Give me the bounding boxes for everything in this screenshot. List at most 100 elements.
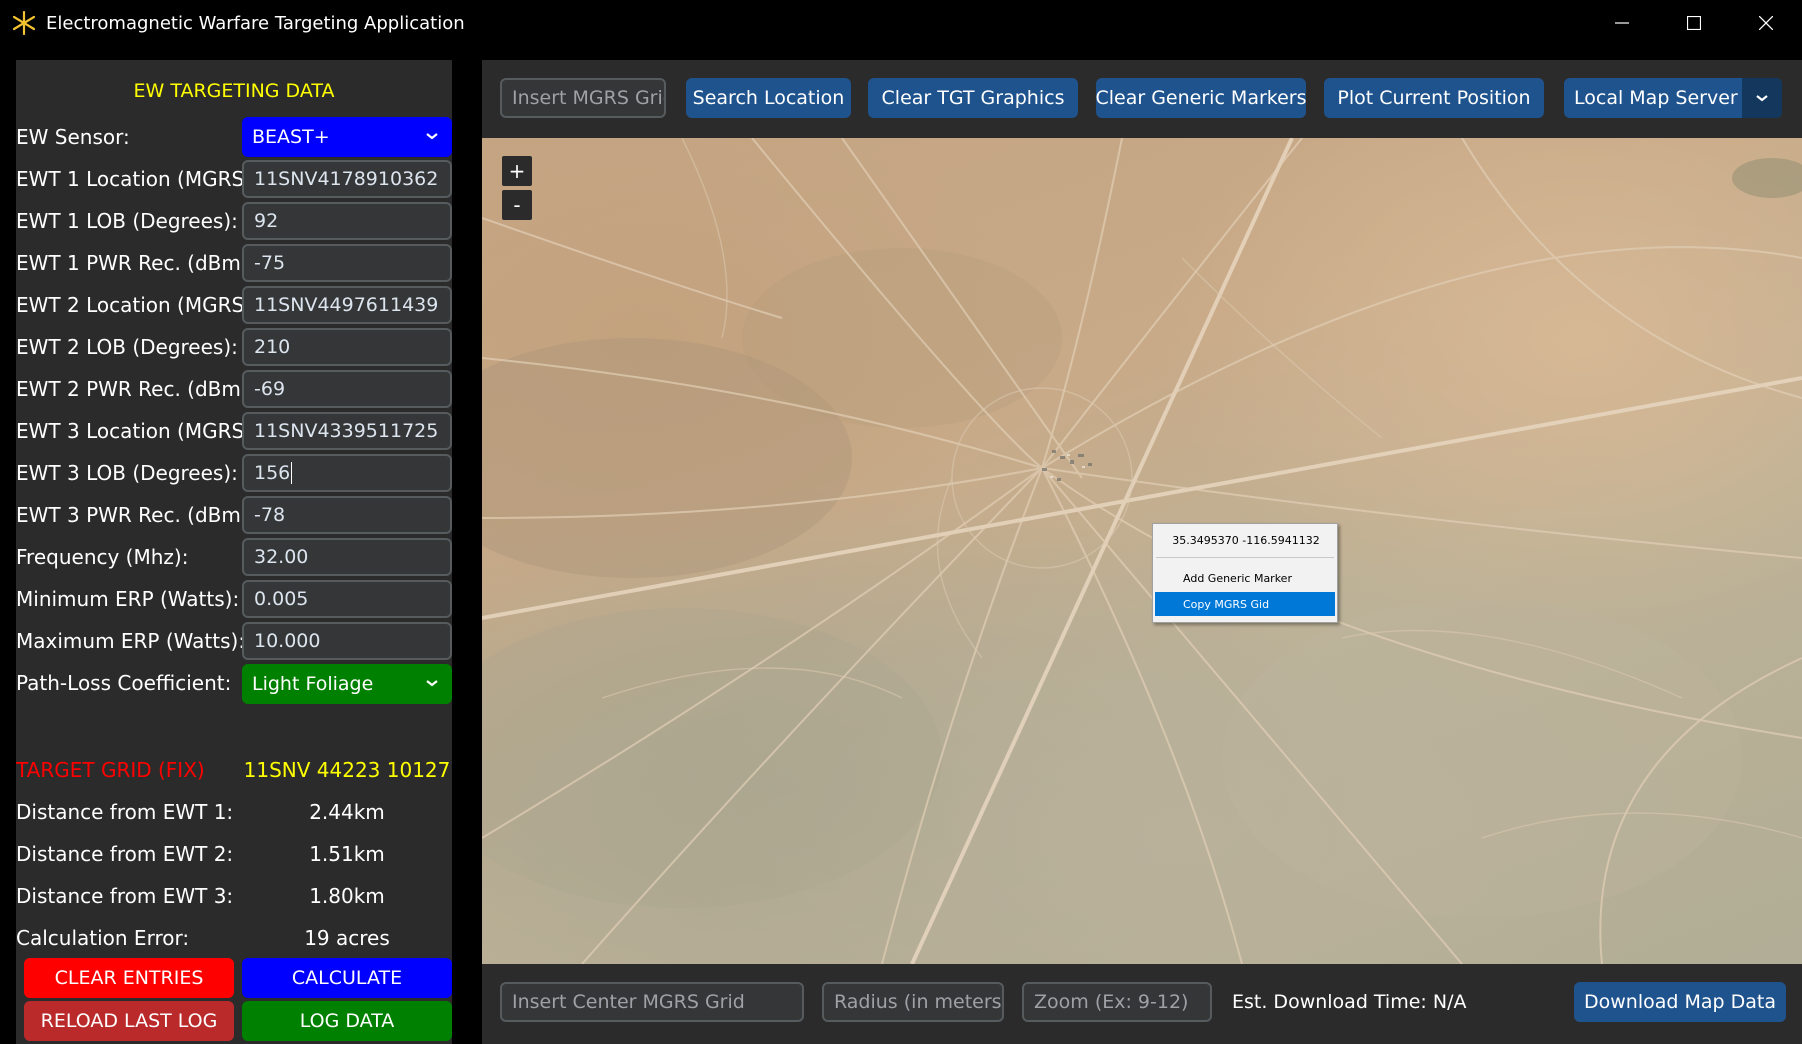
map-server-arrow[interactable] — [1742, 78, 1782, 118]
distance-ewt3-value: 1.80km — [309, 884, 385, 908]
max-erp-value: 10.000 — [254, 630, 321, 652]
zoom-in-button[interactable]: + — [502, 156, 532, 186]
panel-title: EW TARGETING DATA — [133, 80, 335, 102]
close-icon — [1759, 16, 1773, 30]
minimize-icon — [1615, 22, 1629, 24]
log-data-button[interactable]: LOG DATA — [242, 1001, 452, 1041]
plot-current-position-button[interactable]: Plot Current Position — [1324, 78, 1544, 118]
ewt1-lob-label: EWT 1 LOB (Degrees): — [16, 209, 238, 233]
ew-sensor-label: EW Sensor: — [16, 125, 130, 149]
max-erp-field[interactable]: 10.000 — [242, 622, 452, 660]
distance-ewt1-value: 2.44km — [309, 800, 385, 824]
zoom-level-input[interactable]: Zoom (Ex: 9-12) — [1022, 982, 1212, 1022]
text-cursor — [291, 462, 293, 484]
clear-entries-button[interactable]: CLEAR ENTRIES — [24, 958, 234, 998]
copy-mgrs-grid-item[interactable]: Copy MGRS Gid — [1155, 592, 1335, 616]
calculation-error-value: 19 acres — [304, 926, 390, 950]
min-erp-label: Minimum ERP (Watts): — [16, 587, 240, 611]
frequency-value: 32.00 — [254, 546, 309, 568]
ewt3-location-label: EWT 3 Location (MGRS): — [16, 419, 259, 443]
window-title: Electromagnetic Warfare Targeting Applic… — [46, 12, 465, 34]
ewt3-pwr-field[interactable]: -78 — [242, 496, 452, 534]
chevron-down-icon — [426, 680, 438, 687]
mgrs-search-placeholder: Insert MGRS Grid — [512, 87, 666, 109]
ewt1-lob-value: 92 — [254, 210, 279, 232]
ewt2-location-value: 11SNV4497611439 — [254, 294, 439, 316]
ewt1-location-value: 11SNV4178910362 — [254, 168, 439, 190]
min-erp-value: 0.005 — [254, 588, 309, 610]
chevron-down-icon — [426, 133, 438, 140]
target-grid-label: TARGET GRID (FIX) — [16, 758, 205, 782]
center-mgrs-placeholder: Insert Center MGRS Grid — [512, 991, 745, 1013]
distance-ewt3-label: Distance from EWT 3: — [16, 884, 234, 908]
map-server-dropdown[interactable]: Local Map Server — [1564, 78, 1782, 118]
title-bar: Electromagnetic Warfare Targeting Applic… — [0, 0, 1802, 46]
ewt1-location-label: EWT 1 Location (MGRS): — [16, 167, 259, 191]
distance-ewt1-label: Distance from EWT 1: — [16, 800, 234, 824]
calculate-button[interactable]: CALCULATE — [242, 958, 452, 998]
path-loss-dropdown[interactable]: Light Foliage — [242, 664, 452, 704]
zoom-out-button[interactable]: - — [502, 190, 532, 220]
frequency-field[interactable]: 32.00 — [242, 538, 452, 576]
context-separator — [1156, 557, 1334, 558]
maximize-icon — [1687, 16, 1701, 30]
ewt2-pwr-label: EWT 2 PWR Rec. (dBm): — [16, 377, 256, 401]
satellite-map[interactable]: + - 35.3495370 -116.5941132 Add Generic … — [482, 138, 1802, 964]
close-button[interactable] — [1730, 0, 1802, 46]
ewt3-lob-label: EWT 3 LOB (Degrees): — [16, 461, 238, 485]
mgrs-search-input[interactable]: Insert MGRS Grid — [500, 78, 666, 118]
ewt2-lob-label: EWT 2 LOB (Degrees): — [16, 335, 238, 359]
ewt2-pwr-field[interactable]: -69 — [242, 370, 452, 408]
ew-sensor-dropdown[interactable]: BEAST+ — [242, 117, 452, 157]
est-download-time: Est. Download Time: N/A — [1232, 991, 1467, 1013]
ew-sensor-value: BEAST+ — [252, 126, 330, 148]
download-toolbar: Insert Center MGRS Grid Radius (in meter… — [482, 964, 1802, 1044]
map-panel: Insert MGRS Grid Search Location Clear T… — [482, 60, 1802, 1044]
ewt1-pwr-label: EWT 1 PWR Rec. (dBm): — [16, 251, 256, 275]
ewt2-lob-value: 210 — [254, 336, 291, 358]
app-star-icon — [12, 11, 36, 35]
map-terrain — [482, 138, 1802, 964]
distance-ewt2-label: Distance from EWT 2: — [16, 842, 234, 866]
min-erp-field[interactable]: 0.005 — [242, 580, 452, 618]
radius-placeholder: Radius (in meters) — [834, 991, 1004, 1013]
ewt3-location-field[interactable]: 11SNV4339511725 — [242, 412, 452, 450]
ewt2-lob-field[interactable]: 210 — [242, 328, 452, 366]
ewt3-lob-value: 156 — [254, 462, 291, 484]
context-coords[interactable]: 35.3495370 -116.5941132 — [1153, 534, 1339, 547]
calculation-error-label: Calculation Error: — [16, 926, 190, 950]
search-location-button[interactable]: Search Location — [686, 78, 851, 118]
ewt3-lob-field[interactable]: 156 — [242, 454, 452, 492]
clear-tgt-graphics-button[interactable]: Clear TGT Graphics — [868, 78, 1078, 118]
target-grid-value: 11SNV 44223 10127 — [243, 758, 451, 782]
ewt3-pwr-value: -78 — [254, 504, 286, 526]
ewt2-pwr-value: -69 — [254, 378, 286, 400]
zoom-level-placeholder: Zoom (Ex: 9-12) — [1034, 991, 1189, 1013]
map-toolbar: Insert MGRS Grid Search Location Clear T… — [482, 60, 1802, 136]
reload-last-log-button[interactable]: RELOAD LAST LOG — [24, 1001, 234, 1041]
max-erp-label: Maximum ERP (Watts): — [16, 629, 246, 653]
ewt3-location-value: 11SNV4339511725 — [254, 420, 439, 442]
ewt1-location-field[interactable]: 11SNV4178910362 — [242, 160, 452, 198]
ewt1-pwr-value: -75 — [254, 252, 286, 274]
ewt1-pwr-field[interactable]: -75 — [242, 244, 452, 282]
ewt2-location-field[interactable]: 11SNV4497611439 — [242, 286, 452, 324]
map-server-value: Local Map Server — [1574, 87, 1738, 109]
ewt2-location-label: EWT 2 Location (MGRS): — [16, 293, 259, 317]
frequency-label: Frequency (Mhz): — [16, 545, 189, 569]
radius-input[interactable]: Radius (in meters) — [822, 982, 1004, 1022]
clear-generic-markers-button[interactable]: Clear Generic Markers — [1095, 78, 1307, 118]
distance-ewt2-value: 1.51km — [309, 842, 385, 866]
ew-targeting-panel: EW TARGETING DATA EW Sensor: BEAST+ EWT … — [16, 60, 452, 1044]
center-mgrs-input[interactable]: Insert Center MGRS Grid — [500, 982, 804, 1022]
map-context-menu: 35.3495370 -116.5941132 Add Generic Mark… — [1152, 523, 1338, 623]
ewt3-pwr-label: EWT 3 PWR Rec. (dBm): — [16, 503, 256, 527]
maximize-button[interactable] — [1658, 0, 1730, 46]
path-loss-label: Path-Loss Coefficient: — [16, 671, 232, 695]
add-generic-marker-item[interactable]: Add Generic Marker — [1155, 566, 1335, 590]
download-map-data-button[interactable]: Download Map Data — [1574, 982, 1786, 1022]
ewt1-lob-field[interactable]: 92 — [242, 202, 452, 240]
path-loss-value: Light Foliage — [252, 673, 374, 695]
minimize-button[interactable] — [1586, 0, 1658, 46]
chevron-down-icon — [1756, 95, 1768, 102]
